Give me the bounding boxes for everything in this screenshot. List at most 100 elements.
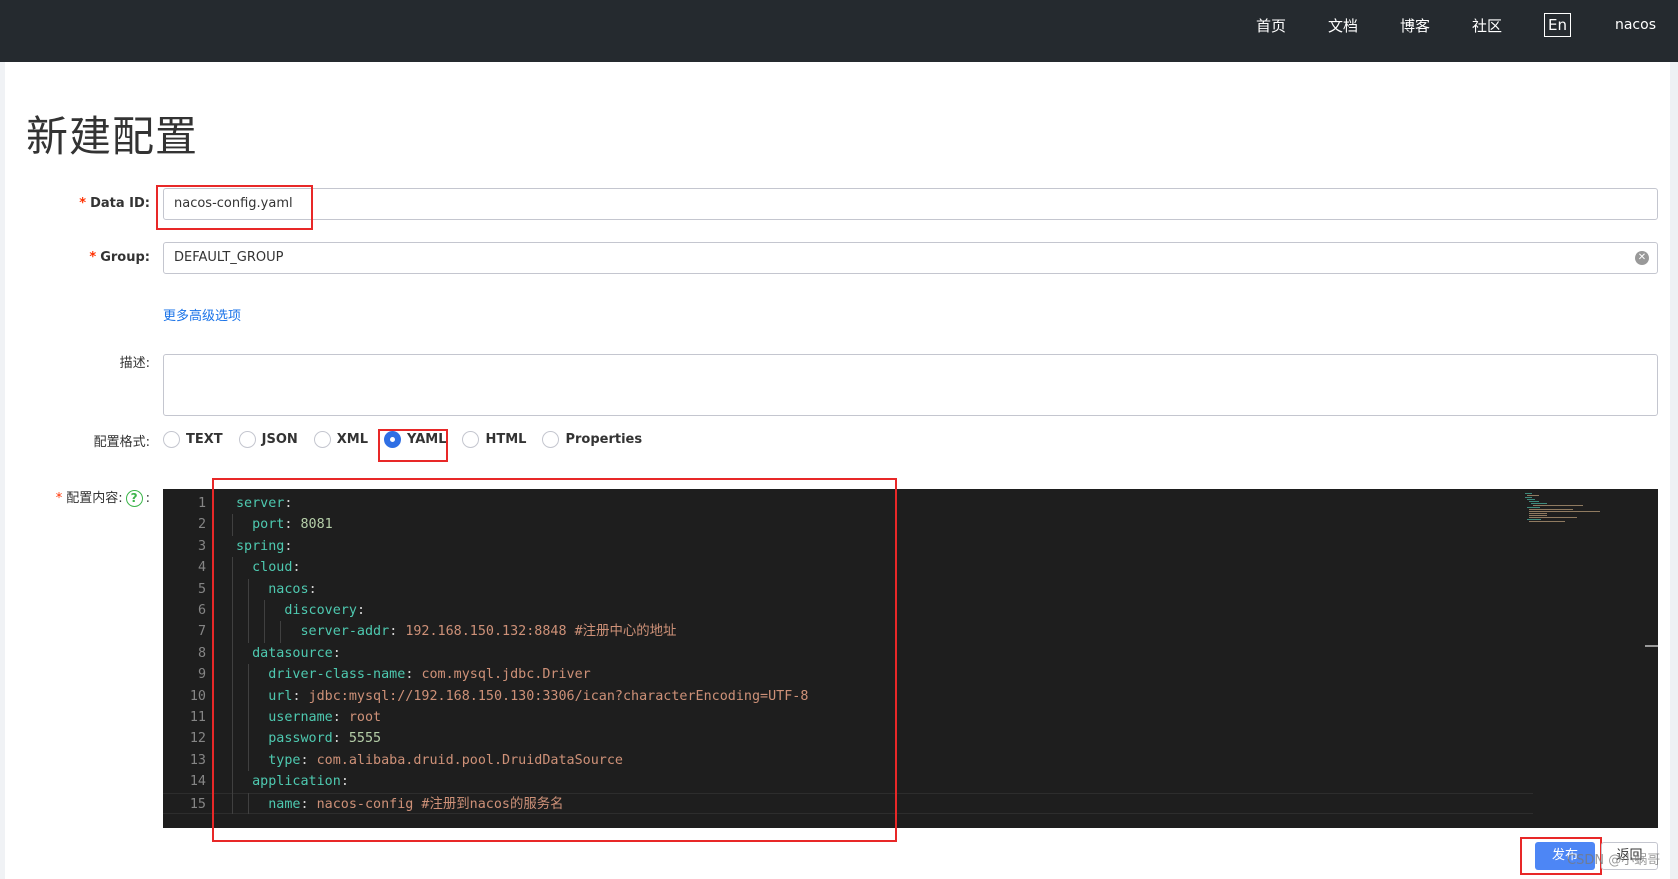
editor-line: 10 url: jdbc:mysql://192.168.150.130:330… [163, 686, 1533, 708]
code-text: driver-class-name: com.mysql.jdbc.Driver [236, 664, 591, 686]
editor-line: 9 driver-class-name: com.mysql.jdbc.Driv… [163, 664, 1533, 686]
group-input[interactable]: DEFAULT_GROUP ✕ [163, 242, 1658, 274]
help-icon[interactable]: ? [125, 490, 143, 507]
language-switch-button[interactable]: En [1544, 13, 1571, 37]
yaml-separator: : [405, 667, 422, 683]
editor-scrollbar[interactable] [1645, 645, 1658, 647]
yaml-key: discovery [284, 603, 357, 618]
yaml-value: jdbc:mysql://192.168.150.130:3306/ican?c… [308, 688, 809, 704]
radio-checked-icon [384, 431, 402, 448]
indent-guide [232, 728, 233, 750]
line-number: 4 [197, 560, 206, 576]
config-content-editor[interactable]: 1 server: 2 port: 8081 3 spring: 4 cloud: 5 na… [163, 489, 1658, 828]
radio-icon [462, 431, 480, 448]
description-textarea[interactable] [163, 354, 1658, 416]
yaml-comment: #注册中心的地址 [566, 624, 677, 640]
line-number: 13 [189, 752, 206, 768]
yaml-key: type [268, 752, 301, 768]
yaml-key: nacos [268, 581, 309, 597]
yaml-separator: : [284, 517, 301, 533]
indent-guide [248, 578, 250, 600]
yaml-key: cloud [252, 560, 293, 576]
yaml-key: server [236, 496, 285, 511]
yaml-key: spring [236, 538, 285, 554]
more-advanced-options-link[interactable]: 更多高级选项 [163, 305, 241, 324]
code-text: url: jdbc:mysql://192.168.150.130:3306/i… [236, 686, 808, 708]
code-text: server: [236, 493, 292, 515]
indent-guide [248, 685, 250, 707]
nav-docs-link[interactable]: 文档 [1328, 15, 1358, 36]
indent-guide [232, 792, 233, 814]
code-text: username: root [236, 707, 381, 729]
code-text: cloud: [236, 557, 300, 579]
yaml-separator: : [300, 752, 317, 768]
nav-home-link[interactable]: 首页 [1256, 15, 1286, 36]
yaml-key: datasource [252, 645, 333, 661]
code-text: datasource: [236, 643, 341, 665]
minimap-line [1531, 503, 1547, 504]
format-option-yaml[interactable]: YAML [384, 431, 446, 448]
editor-line: 14 application: [163, 771, 1533, 793]
top-navbar: 首页 文档 博客 社区 En nacos [0, 0, 1678, 62]
back-button[interactable]: 返回 [1601, 842, 1658, 870]
user-name[interactable]: nacos [1615, 17, 1656, 33]
format-option-json[interactable]: JSON [238, 431, 298, 448]
yaml-key: driver-class-name [268, 667, 406, 683]
line-number: 10 [189, 688, 206, 704]
yaml-separator: : [332, 645, 341, 661]
format-option-text[interactable]: TEXT [163, 431, 223, 448]
yaml-separator: : [284, 496, 293, 511]
group-value: DEFAULT_GROUP [174, 250, 284, 265]
yaml-separator: : [356, 603, 365, 618]
editor-line: 6 discovery: [163, 600, 1533, 622]
nav-blog-link[interactable]: 博客 [1400, 15, 1430, 36]
yaml-comment: #注册到nacos的服务名 [413, 796, 564, 812]
yaml-separator: : [340, 774, 349, 790]
group-label: * Group: [89, 250, 150, 265]
right-border [1670, 62, 1678, 879]
editor-line: 12 password: 5555 [163, 728, 1533, 750]
code-text: type: com.alibaba.druid.pool.DruidDataSo… [236, 750, 623, 772]
indent-guide [232, 514, 233, 536]
yaml-value: nacos-config [316, 796, 414, 812]
line-number: 15 [189, 796, 206, 812]
yaml-value: root [348, 710, 382, 725]
editor-minimap[interactable] [1523, 489, 1648, 828]
indent-guide [232, 664, 233, 686]
format-option-xml[interactable]: XML [313, 431, 368, 448]
minimap-line [1529, 521, 1565, 522]
line-number: 14 [189, 774, 206, 790]
yaml-key: server-addr [300, 624, 390, 640]
yaml-key: port [252, 517, 285, 533]
indent-guide [248, 707, 250, 729]
editor-line: 5 nacos: [163, 579, 1533, 601]
data-id-input[interactable]: nacos-config.yaml [163, 188, 1658, 220]
yaml-value: com.alibaba.druid.pool.DruidDataSource [316, 752, 623, 768]
indent-guide [264, 600, 266, 622]
format-option-properties[interactable]: Properties [542, 431, 642, 448]
indent-guide [248, 728, 250, 750]
code-text: spring: [236, 536, 292, 558]
line-number: 11 [189, 710, 206, 725]
description-label: 描述: [119, 356, 150, 371]
format-option-html[interactable]: HTML [462, 431, 526, 448]
yaml-separator: : [332, 731, 349, 747]
publish-button[interactable]: 发布 [1535, 842, 1595, 870]
yaml-separator: : [284, 538, 293, 554]
line-number: 9 [197, 667, 206, 683]
content-label: * 配置内容:?: [55, 490, 150, 507]
indent-guide [280, 621, 282, 643]
code-text: discovery: [236, 600, 365, 622]
clear-icon[interactable]: ✕ [1635, 251, 1649, 265]
indent-guide [232, 621, 233, 643]
nav-community-link[interactable]: 社区 [1472, 15, 1502, 36]
